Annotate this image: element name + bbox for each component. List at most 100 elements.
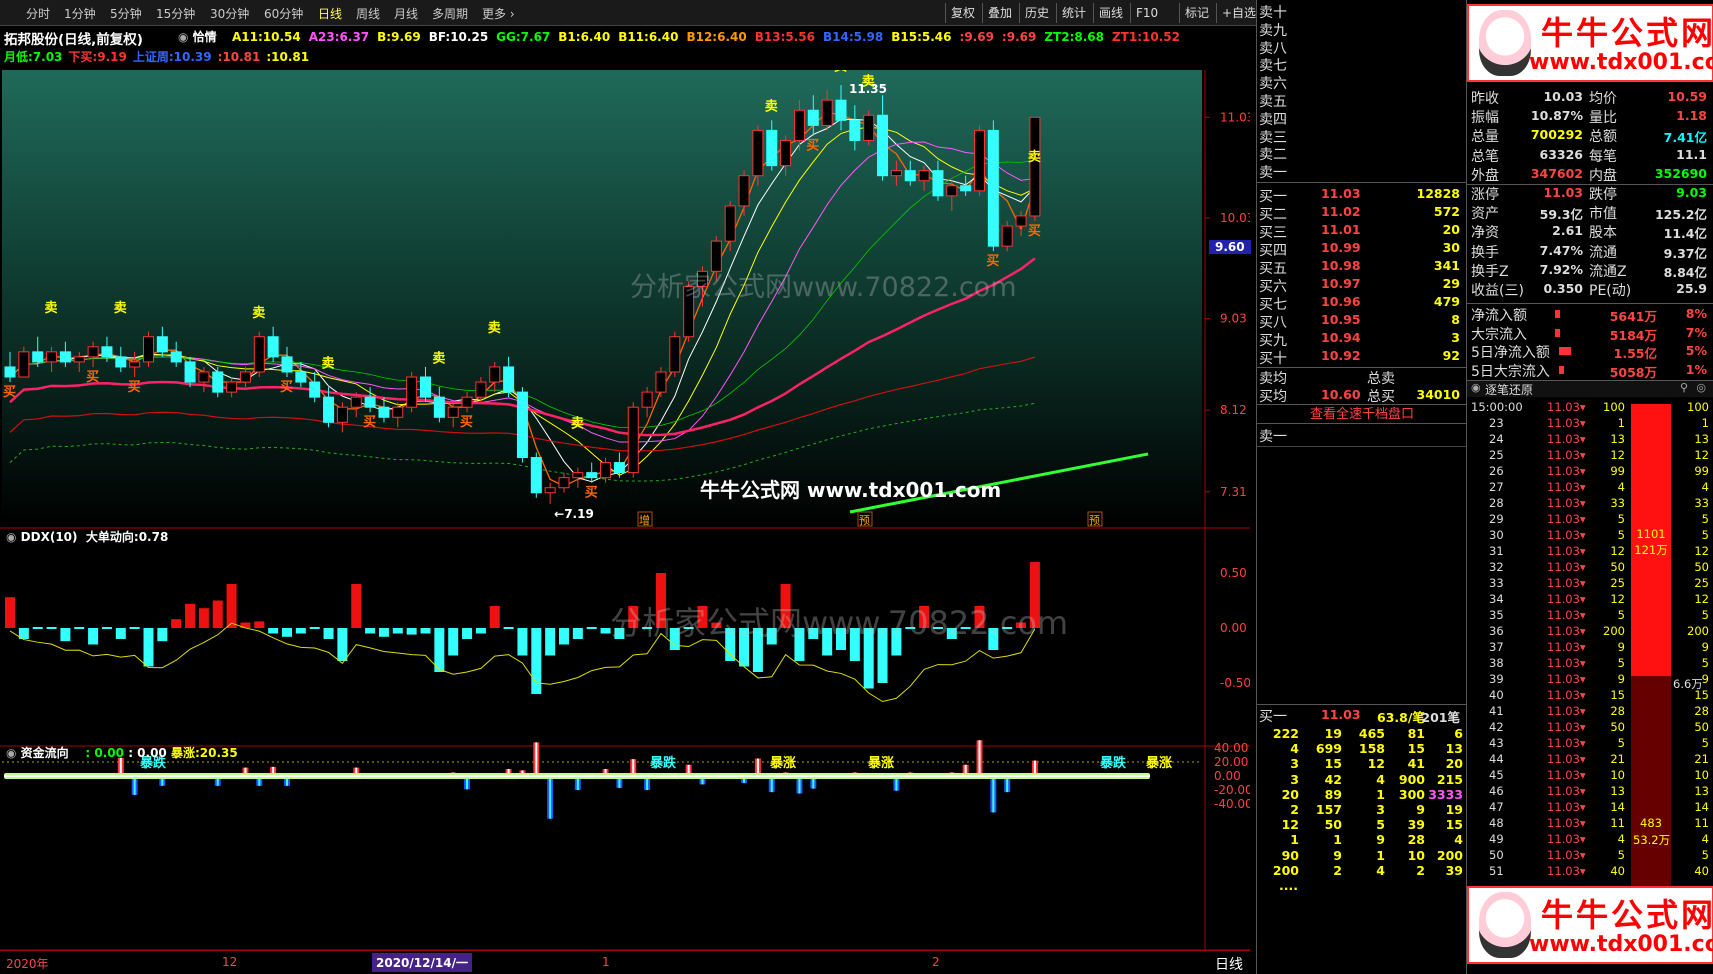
flow-bar	[1559, 347, 1571, 355]
toolbar-4[interactable]: 30分钟	[210, 5, 249, 22]
buy-level-volume: 479	[1433, 294, 1460, 309]
stat-value: 7.41亿	[1663, 130, 1707, 146]
toolbar-right-3[interactable]: 统计	[1056, 3, 1091, 23]
toolbar-right-5[interactable]: F10	[1130, 3, 1163, 23]
queue-cell: 12	[1367, 756, 1385, 772]
toolbar-right-7[interactable]: +自选	[1216, 3, 1261, 23]
fund-bar-core	[549, 776, 552, 819]
candle	[613, 462, 625, 474]
toolbar-7[interactable]: 周线	[356, 5, 380, 22]
y-tick: 9.03	[1220, 312, 1247, 326]
flow-pct: 1%	[1685, 361, 1707, 377]
buy-level-price: 10.98	[1321, 258, 1361, 273]
queue-cell: 465	[1358, 726, 1385, 741]
candle	[516, 391, 528, 459]
ddx-y-tick: -0.50	[1220, 676, 1250, 690]
stat-value: 125.2亿	[1654, 207, 1707, 223]
filter-icon[interactable]: ⚲	[1680, 381, 1688, 394]
banner-text: 牛牛公式网 www.tdx001.com	[700, 478, 1002, 502]
candle	[904, 170, 916, 182]
ddx-bar	[212, 600, 223, 628]
tick-time: 47	[1489, 800, 1504, 814]
tick-price: 11.03▾	[1547, 416, 1586, 430]
queue-buy1-label: 买一	[1259, 709, 1287, 725]
candle	[974, 129, 985, 192]
toolbar-right-2[interactable]: 历史	[1019, 3, 1054, 23]
fund-y-tick: -40.00	[1214, 797, 1250, 811]
ddx-bar	[101, 627, 112, 629]
candle	[129, 361, 141, 368]
sell-marker: 卖	[571, 416, 584, 432]
tick-time: 35	[1489, 608, 1504, 622]
candle	[101, 346, 113, 358]
candle	[4, 366, 16, 378]
toolbar-0[interactable]: 分时	[26, 5, 50, 22]
queue-cell: 900	[1398, 771, 1425, 787]
buy-avg-label: 买均	[1259, 389, 1287, 405]
eye-icon: ◉	[178, 30, 189, 44]
toolbar-1[interactable]: 1分钟	[64, 5, 96, 22]
buy-level-volume: 30	[1442, 240, 1460, 255]
ad-banner-bottom: 牛牛公式网www.tdx001.com	[1467, 886, 1713, 964]
tick-time: 48	[1489, 816, 1504, 830]
tick-volume: 40	[1610, 864, 1625, 878]
buy-level-volume: 12828	[1416, 186, 1461, 201]
toolbar-right-0[interactable]: 复权	[945, 3, 980, 23]
toolbar-9[interactable]: 多周期	[432, 5, 468, 22]
toolbar-right-1[interactable]: 叠加	[982, 3, 1017, 23]
buy-marker: 买	[3, 385, 16, 400]
fund-bar-core	[978, 740, 981, 776]
tick-price: 11.03▾	[1547, 640, 1586, 654]
stat-value: 10.03	[1543, 89, 1583, 104]
toolbar-3[interactable]: 15分钟	[156, 5, 195, 22]
queue-cell: 9	[1333, 847, 1342, 863]
indicator-6: B11:6.40	[618, 30, 679, 44]
candle	[226, 381, 238, 393]
ticks-title: 逐笔还原	[1485, 383, 1534, 397]
queue-cell: 215	[1436, 771, 1463, 787]
ddx-bar	[462, 628, 473, 639]
tick-price: 11.03▾	[1547, 736, 1586, 750]
ddx-bar	[268, 628, 279, 634]
toolbar-6[interactable]: 日线	[318, 5, 342, 22]
queue-cell: 4	[1376, 862, 1385, 878]
chart-area[interactable]: 卖卖卖卖卖卖卖卖卖卖卖买买买买买买买买买买11.35←7.19增预预11.031…	[0, 70, 1250, 972]
toolbar-right-4[interactable]: 画线	[1093, 3, 1128, 23]
buy-level-price: 10.97	[1321, 276, 1361, 291]
sell-marker: 卖	[765, 99, 778, 115]
ddx-bar	[171, 619, 182, 628]
toolbar-5[interactable]: 60分钟	[264, 5, 303, 22]
toolbar-10[interactable]: 更多 ›	[482, 5, 515, 22]
ddx-bar	[337, 628, 348, 661]
view-full-depth-link[interactable]: 查看全速千档盘口	[1257, 404, 1467, 424]
tick-time: 24	[1489, 432, 1504, 446]
queue-cell: 19	[1445, 802, 1463, 817]
toolbar-right-6[interactable]: 标记	[1179, 3, 1214, 23]
queue-cell: 89	[1324, 786, 1342, 802]
indicator-row2-0: 月低:7.03	[4, 50, 63, 64]
buy-level-label: 买八	[1259, 315, 1287, 331]
tick-bar-label: 483	[1640, 816, 1662, 830]
tick-price: 11.03▾	[1547, 720, 1586, 734]
sell-marker: 卖	[488, 320, 501, 336]
settings-icon[interactable]: ◎	[1696, 381, 1706, 394]
stat-label: 跌停	[1589, 187, 1617, 203]
toolbar-8[interactable]: 月线	[394, 5, 418, 22]
sell-marker: 卖	[114, 300, 127, 316]
fund-title: ◉ 资金流向 : 0.00 : 0.00 暴涨:20.35	[6, 746, 238, 760]
queue-cell: 157	[1315, 802, 1342, 817]
flow-value: 5641万	[1609, 309, 1657, 324]
tick-volume: 9	[1617, 640, 1625, 654]
tick-volume-2: 13	[1694, 784, 1709, 798]
tick-time: 29	[1489, 512, 1504, 526]
tick-volume-2: 4	[1701, 480, 1709, 494]
stat-label: 量比	[1589, 110, 1617, 127]
toolbar-2[interactable]: 5分钟	[110, 5, 142, 22]
stat-value: 10.87%	[1530, 108, 1583, 124]
tick-price: 11.03▾	[1547, 512, 1586, 526]
candle	[281, 356, 293, 373]
ddx-bar	[309, 627, 320, 629]
buy-marker: 买	[1028, 224, 1041, 239]
tick-volume: 50	[1610, 720, 1625, 734]
sentiment-label[interactable]: ◉ 恰情	[178, 28, 217, 45]
